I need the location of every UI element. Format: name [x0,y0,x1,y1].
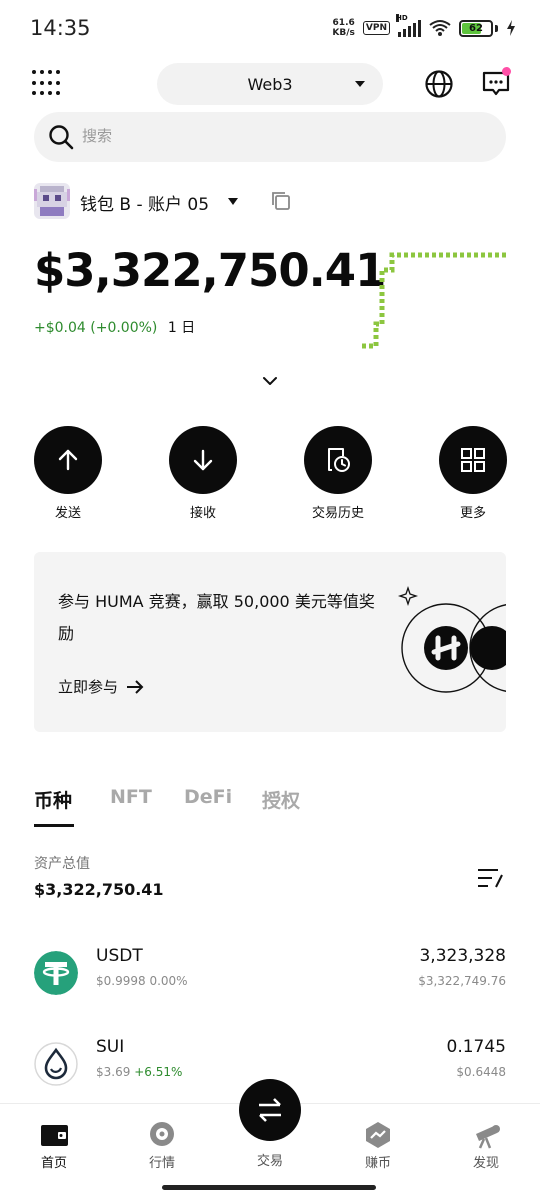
search-placeholder: 搜索 [82,127,113,145]
arrow-up-icon [58,449,78,471]
battery-percent: 62 [469,22,483,34]
receive-button-circle[interactable] [169,426,237,494]
charging-icon [507,20,515,36]
battery-cap [495,24,498,32]
app-header: Web3 [0,60,540,108]
nav-trade-label: 交易 [256,1154,283,1169]
huma-logo-icon [397,585,506,693]
history-label: 交易历史 [311,506,364,521]
search-bar[interactable]: 搜索 [34,112,506,162]
asset-total-value: $3,322,750.41 [34,880,164,899]
balance-sparkline [362,252,506,349]
earn-icon [366,1122,390,1148]
token-amount: 0.1745 [446,1037,506,1057]
more-label: 更多 [459,506,486,521]
search-icon [49,125,74,150]
nav-earn-label: 赚币 [364,1156,391,1171]
tab-nft[interactable]: NFT [110,786,152,808]
send-button-circle[interactable] [34,426,102,494]
history-button-circle[interactable] [304,426,372,494]
nav-market-label: 行情 [148,1156,175,1171]
account-caret-down-icon[interactable] [228,198,238,205]
notification-dot [502,67,511,76]
nav-discover[interactable]: 发现 [446,1120,526,1171]
tab-defi[interactable]: DeFi [184,786,232,808]
history-button[interactable]: 交易历史 [304,426,372,521]
token-change: +6.51% [134,1065,183,1079]
total-balance: $3,322,750.41 [34,244,386,297]
send-button[interactable]: 发送 [34,426,102,521]
balance-change-period[interactable]: 1 日 [168,320,195,336]
more-button[interactable]: 更多 [439,426,507,521]
grid-icon [461,448,485,472]
send-label: 发送 [54,506,81,521]
asset-total-label: 资产总值 [34,856,90,872]
sui-logo-icon [34,1042,78,1086]
token-row-usdt[interactable]: USDT $0.9998 0.00% 3,323,328 $3,322,749.… [0,946,540,1006]
nav-earn[interactable]: 赚币 [338,1120,418,1171]
promo-cta-label: 立即参与 [58,678,119,696]
status-bar: 14:35 61.6 KB/s VPN HD 62 [0,0,540,60]
home-indicator[interactable] [162,1185,376,1190]
token-amount: 3,323,328 [419,946,506,966]
token-value: $0.6448 [456,1065,506,1079]
nav-home-label: 首页 [40,1156,67,1171]
swap-icon [259,1098,281,1122]
account-name[interactable]: 钱包 B - 账户 05 [80,190,209,215]
token-symbol: USDT [96,946,143,966]
discover-icon [476,1125,500,1149]
wifi-icon [429,20,451,36]
menu-grid-icon[interactable] [32,70,60,98]
network-speed: 61.6 KB/s [332,18,354,38]
network-speed-unit: KB/s [332,28,355,38]
nav-discover-label: 发现 [472,1156,499,1171]
nav-market[interactable]: 行情 [122,1120,202,1171]
receive-button[interactable]: 接收 [169,426,237,521]
token-price: $0.9998 [96,974,146,988]
copy-icon[interactable] [270,190,292,212]
nav-home[interactable]: 首页 [14,1120,94,1171]
status-time: 14:35 [30,16,91,40]
status-indicators: 61.6 KB/s VPN HD 62 [332,14,516,38]
cell-signal-icon: HD [396,14,421,37]
battery-icon: 62 [459,19,493,37]
active-tab-indicator [34,824,74,827]
network-selector[interactable]: Web3 [157,63,383,105]
token-value: $3,322,749.76 [418,974,506,988]
promo-banner[interactable]: 参与 HUMA 竞赛，赢取 50,000 美元等值奖励 立即参与 [34,552,506,732]
expand-chevron-icon[interactable] [261,374,279,388]
token-symbol: SUI [96,1037,125,1057]
network-speed-value: 61.6 [332,18,355,28]
promo-cta[interactable]: 立即参与 [58,676,144,697]
token-price: $3.69 [96,1065,131,1079]
usdt-logo-icon [34,951,78,995]
arrow-right-icon [127,679,144,694]
balance-change: +$0.04 (+0.00%) 1 日 [34,317,195,337]
receive-label: 接收 [189,506,216,521]
history-icon [328,448,350,472]
tab-approvals[interactable]: 授权 [262,786,300,813]
promo-title: 参与 HUMA 竞赛，赢取 50,000 美元等值奖励 [58,592,375,643]
market-icon [150,1122,174,1146]
balance-change-value: +$0.04 (+0.00%) [34,320,158,336]
network-selector-label: Web3 [247,74,293,94]
globe-icon[interactable] [424,69,454,99]
token-price-info: $0.9998 0.00% [96,974,188,988]
vpn-badge: VPN [362,21,390,35]
account-avatar[interactable] [34,183,70,219]
token-price-info: $3.69 +6.51% [96,1065,182,1079]
token-change: 0.00% [149,974,188,988]
nav-trade[interactable] [239,1079,301,1141]
wallet-icon [41,1125,68,1146]
caret-down-icon [355,81,365,87]
tab-tokens[interactable]: 币种 [34,786,72,813]
arrow-down-icon [193,449,213,471]
sort-icon[interactable] [476,866,504,890]
hd-label: HD [396,14,408,22]
more-button-circle[interactable] [439,426,507,494]
